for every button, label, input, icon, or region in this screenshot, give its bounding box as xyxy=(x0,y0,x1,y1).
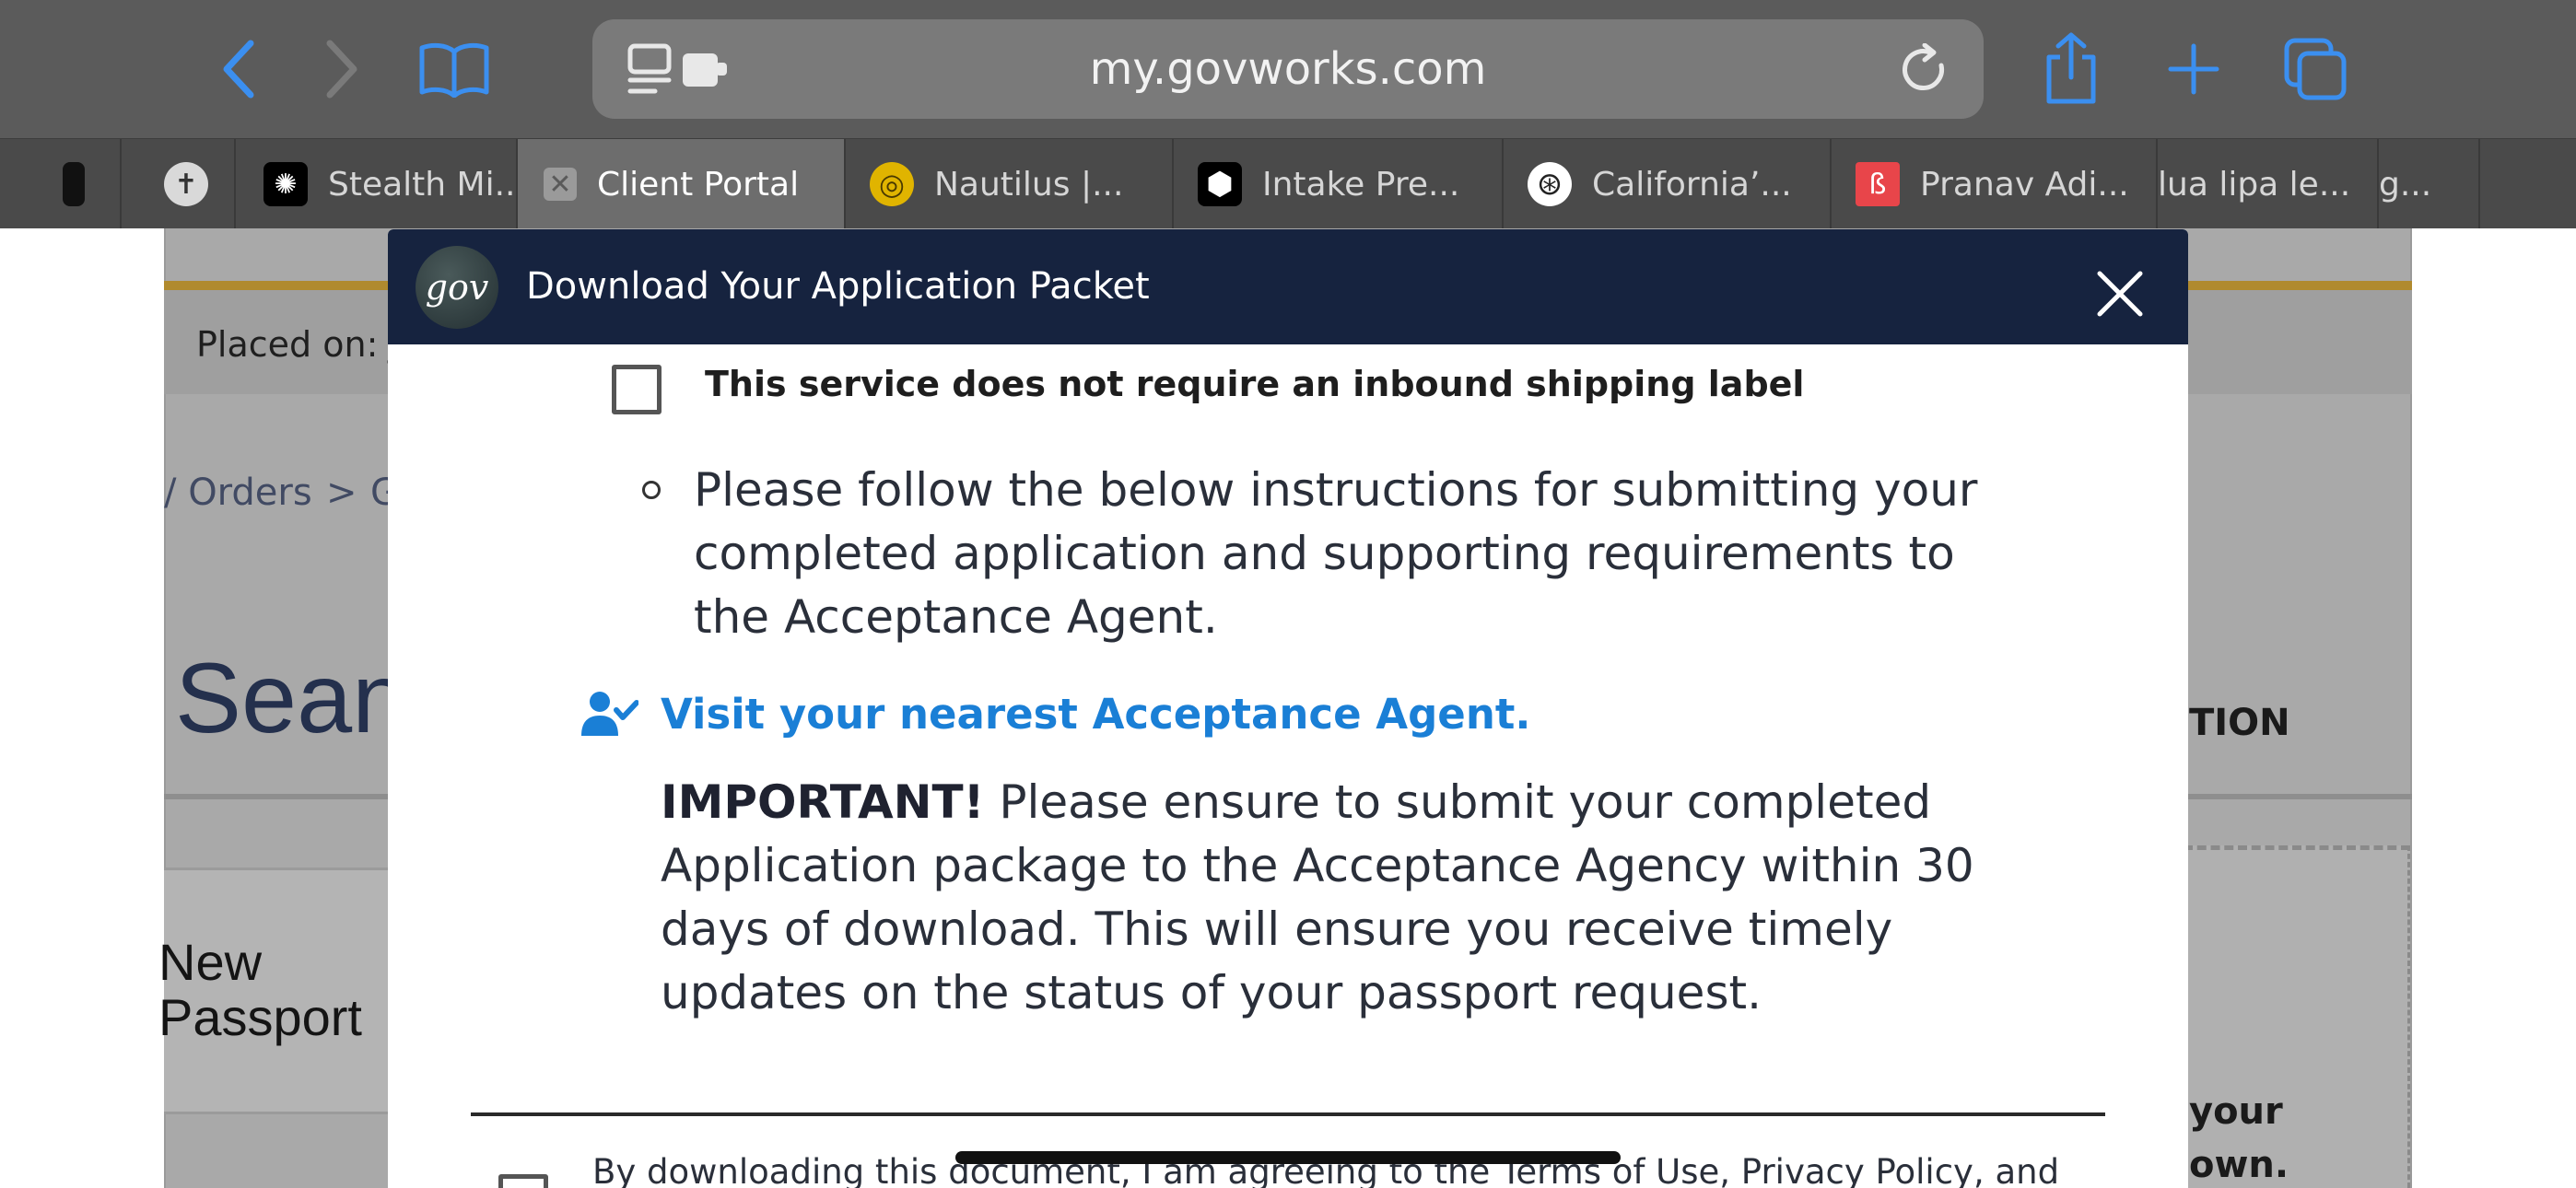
terms-checkbox[interactable] xyxy=(498,1174,548,1188)
home-indicator xyxy=(955,1151,1621,1164)
customer-name: Sean xyxy=(175,642,408,753)
spiral-favicon-icon: ◎ xyxy=(870,162,914,206)
back-button[interactable] xyxy=(208,37,267,101)
spider-favicon-icon: ✺ xyxy=(263,162,308,206)
tab-pranav[interactable]: ß Pranav Adi... xyxy=(1832,139,2158,229)
placed-on-text: Placed on: J xyxy=(196,324,400,365)
seal-favicon-icon: ⊛ xyxy=(1528,162,1572,206)
tab-bar: ✝ ✺ Stealth Mi... ✕ Client Portal ◎ Naut… xyxy=(0,138,2576,229)
reload-icon xyxy=(1903,42,1945,91)
important-notice: IMPORTANT! Please ensure to submit your … xyxy=(661,771,1974,1025)
tab-client-portal[interactable]: ✕ Client Portal xyxy=(518,139,846,229)
user-check-icon xyxy=(581,690,639,738)
modal-title: Download Your Application Packet xyxy=(526,265,1150,308)
right-panel-text: your own. xyxy=(2189,1085,2289,1188)
modal-divider xyxy=(471,1112,2105,1116)
chevron-right-icon xyxy=(326,40,357,99)
close-icon[interactable]: ✕ xyxy=(544,168,577,201)
reload-button[interactable] xyxy=(1899,42,1950,100)
tab-label: Pranav Adi... xyxy=(1920,165,2129,204)
tab-pinned-1[interactable] xyxy=(52,139,122,229)
breadcrumb-separator: > xyxy=(326,472,357,514)
tab-label: lua lipa le... xyxy=(2158,165,2351,204)
modal-close-button[interactable] xyxy=(2094,268,2146,320)
red-favicon-icon: ß xyxy=(1856,162,1900,206)
important-line-3: days of download. This will ensure you r… xyxy=(661,903,1893,956)
url-text[interactable]: my.govworks.com xyxy=(592,19,1984,119)
address-bar[interactable]: my.govworks.com xyxy=(592,19,1984,119)
service-line-2: Passport xyxy=(158,988,362,1046)
tabs-icon xyxy=(2284,38,2347,100)
important-line-1: IMPORTANT! Please ensure to submit your … xyxy=(661,771,1974,834)
shipping-label-checkbox[interactable] xyxy=(612,365,662,414)
modal-header: gov Download Your Application Packet xyxy=(388,229,2188,344)
chevron-left-icon xyxy=(223,40,254,99)
bookmarks-button[interactable] xyxy=(416,37,492,101)
forward-button[interactable] xyxy=(313,37,372,101)
important-label: IMPORTANT! xyxy=(661,775,985,829)
important-line-2: Application package to the Acceptance Ag… xyxy=(661,839,1974,892)
tab-label: California’... xyxy=(1592,165,1792,204)
tab-overflow[interactable]: g... xyxy=(2379,139,2480,229)
browser-toolbar: my.govworks.com xyxy=(0,0,2576,138)
tab-label: Client Portal xyxy=(597,165,800,204)
instructions-line-1: Please follow the below instructions for… xyxy=(694,463,1978,517)
acceptance-agent-link[interactable]: Visit your nearest Acceptance Agent. xyxy=(661,690,1530,739)
tab-lua[interactable]: lua lipa le... xyxy=(2158,139,2379,229)
important-line-1-text: Please ensure to submit your completed xyxy=(984,775,1932,829)
dark-favicon-icon xyxy=(63,162,85,206)
govworks-logo: gov xyxy=(416,246,498,329)
share-icon xyxy=(2046,32,2096,104)
tab-label: Nautilus |... xyxy=(934,165,1124,204)
tab-pinned-2[interactable]: ✝ xyxy=(122,139,236,229)
service-type: New Passport xyxy=(158,935,362,1045)
new-tab-button[interactable] xyxy=(2165,41,2222,98)
tabs-overview-button[interactable] xyxy=(2281,35,2349,103)
list-bullet xyxy=(642,481,661,499)
close-icon xyxy=(2097,271,2143,317)
tab-nautilus[interactable]: ◎ Nautilus |... xyxy=(846,139,1174,229)
breadcrumb-orders[interactable]: / Orders xyxy=(164,472,312,514)
service-line-1: New xyxy=(158,933,263,991)
download-packet-modal: gov Download Your Application Packet Thi… xyxy=(388,229,2188,1188)
instructions-line-2: completed application and supporting req… xyxy=(694,527,1955,580)
tab-label: Intake Pre... xyxy=(1262,165,1460,204)
important-line-4: updates on the status of your passport r… xyxy=(661,966,1762,1019)
tab-intake[interactable]: ⬢ Intake Pre... xyxy=(1174,139,1504,229)
share-button[interactable] xyxy=(2038,29,2104,107)
tab-stealth[interactable]: ✺ Stealth Mi... xyxy=(236,139,518,229)
instructions-line-3: the Acceptance Agent. xyxy=(694,590,1218,644)
right-text-line-2: own. xyxy=(2189,1144,2289,1186)
right-section-heading: TION xyxy=(2189,702,2290,744)
book-icon xyxy=(419,42,489,98)
cross-favicon-icon: ✝ xyxy=(164,162,208,206)
tab-label: g... xyxy=(2379,165,2432,204)
shipping-label-text: This service does not require an inbound… xyxy=(705,364,1805,404)
right-text-line-1: your xyxy=(2189,1090,2283,1133)
instructions-text: Please follow the below instructions for… xyxy=(694,459,1977,649)
hexagon-favicon-icon: ⬢ xyxy=(1198,162,1242,206)
plus-icon xyxy=(2168,43,2219,95)
tab-california[interactable]: ⊛ California’... xyxy=(1504,139,1832,229)
tab-label: Stealth Mi... xyxy=(328,165,516,204)
